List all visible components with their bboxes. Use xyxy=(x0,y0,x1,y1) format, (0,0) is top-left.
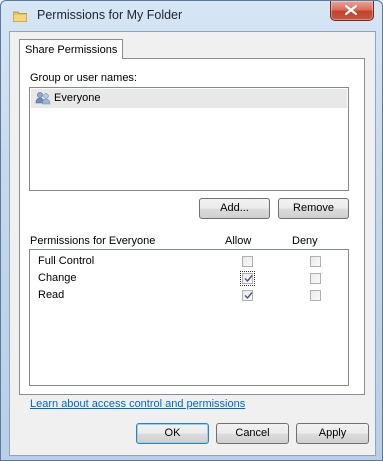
tab-share-permissions[interactable]: Share Permissions xyxy=(19,39,123,59)
tab-label: Share Permissions xyxy=(25,44,118,56)
user-list[interactable]: Everyone xyxy=(29,87,349,191)
checkmark-icon xyxy=(244,275,253,283)
users-icon xyxy=(35,91,51,108)
permission-row-change: Change xyxy=(30,270,348,287)
permission-name: Full Control xyxy=(38,255,95,267)
permissions-list: Full Control Change Read xyxy=(29,249,349,386)
checkmark-icon xyxy=(244,292,253,300)
user-name: Everyone xyxy=(54,92,101,104)
full-control-allow-checkbox[interactable] xyxy=(242,256,253,267)
remove-button[interactable]: Remove xyxy=(278,198,349,219)
change-deny-checkbox[interactable] xyxy=(310,273,321,284)
allow-column-header: Allow xyxy=(225,235,252,247)
group-names-label: Group or user names: xyxy=(30,72,137,84)
access-control-help-link[interactable]: Learn about access control and permissio… xyxy=(30,398,245,410)
read-allow-checkbox[interactable] xyxy=(242,290,253,301)
title-bar: Permissions for My Folder xyxy=(1,1,382,31)
read-deny-checkbox[interactable] xyxy=(310,290,321,301)
folder-icon xyxy=(12,10,28,23)
ok-button[interactable]: OK xyxy=(136,423,209,444)
full-control-deny-checkbox[interactable] xyxy=(310,256,321,267)
permissions-dialog: Permissions for My Folder Share Permissi… xyxy=(0,0,383,461)
change-allow-checkbox[interactable] xyxy=(240,271,255,286)
add-button[interactable]: Add... xyxy=(199,198,270,219)
list-item-everyone[interactable]: Everyone xyxy=(31,89,347,108)
window-title: Permissions for My Folder xyxy=(37,8,183,22)
close-icon xyxy=(345,5,357,15)
permissions-title: Permissions for Everyone xyxy=(30,235,156,247)
permission-row-full-control: Full Control xyxy=(30,253,348,270)
close-button[interactable] xyxy=(330,1,374,21)
cancel-button[interactable]: Cancel xyxy=(216,423,289,444)
permission-row-read: Read xyxy=(30,287,348,304)
dialog-client-area: Share Permissions Group or user names: E… xyxy=(9,31,376,456)
permission-name: Change xyxy=(38,272,77,284)
deny-column-header: Deny xyxy=(292,235,318,247)
apply-button[interactable]: Apply xyxy=(296,423,369,444)
permission-name: Read xyxy=(38,289,65,301)
